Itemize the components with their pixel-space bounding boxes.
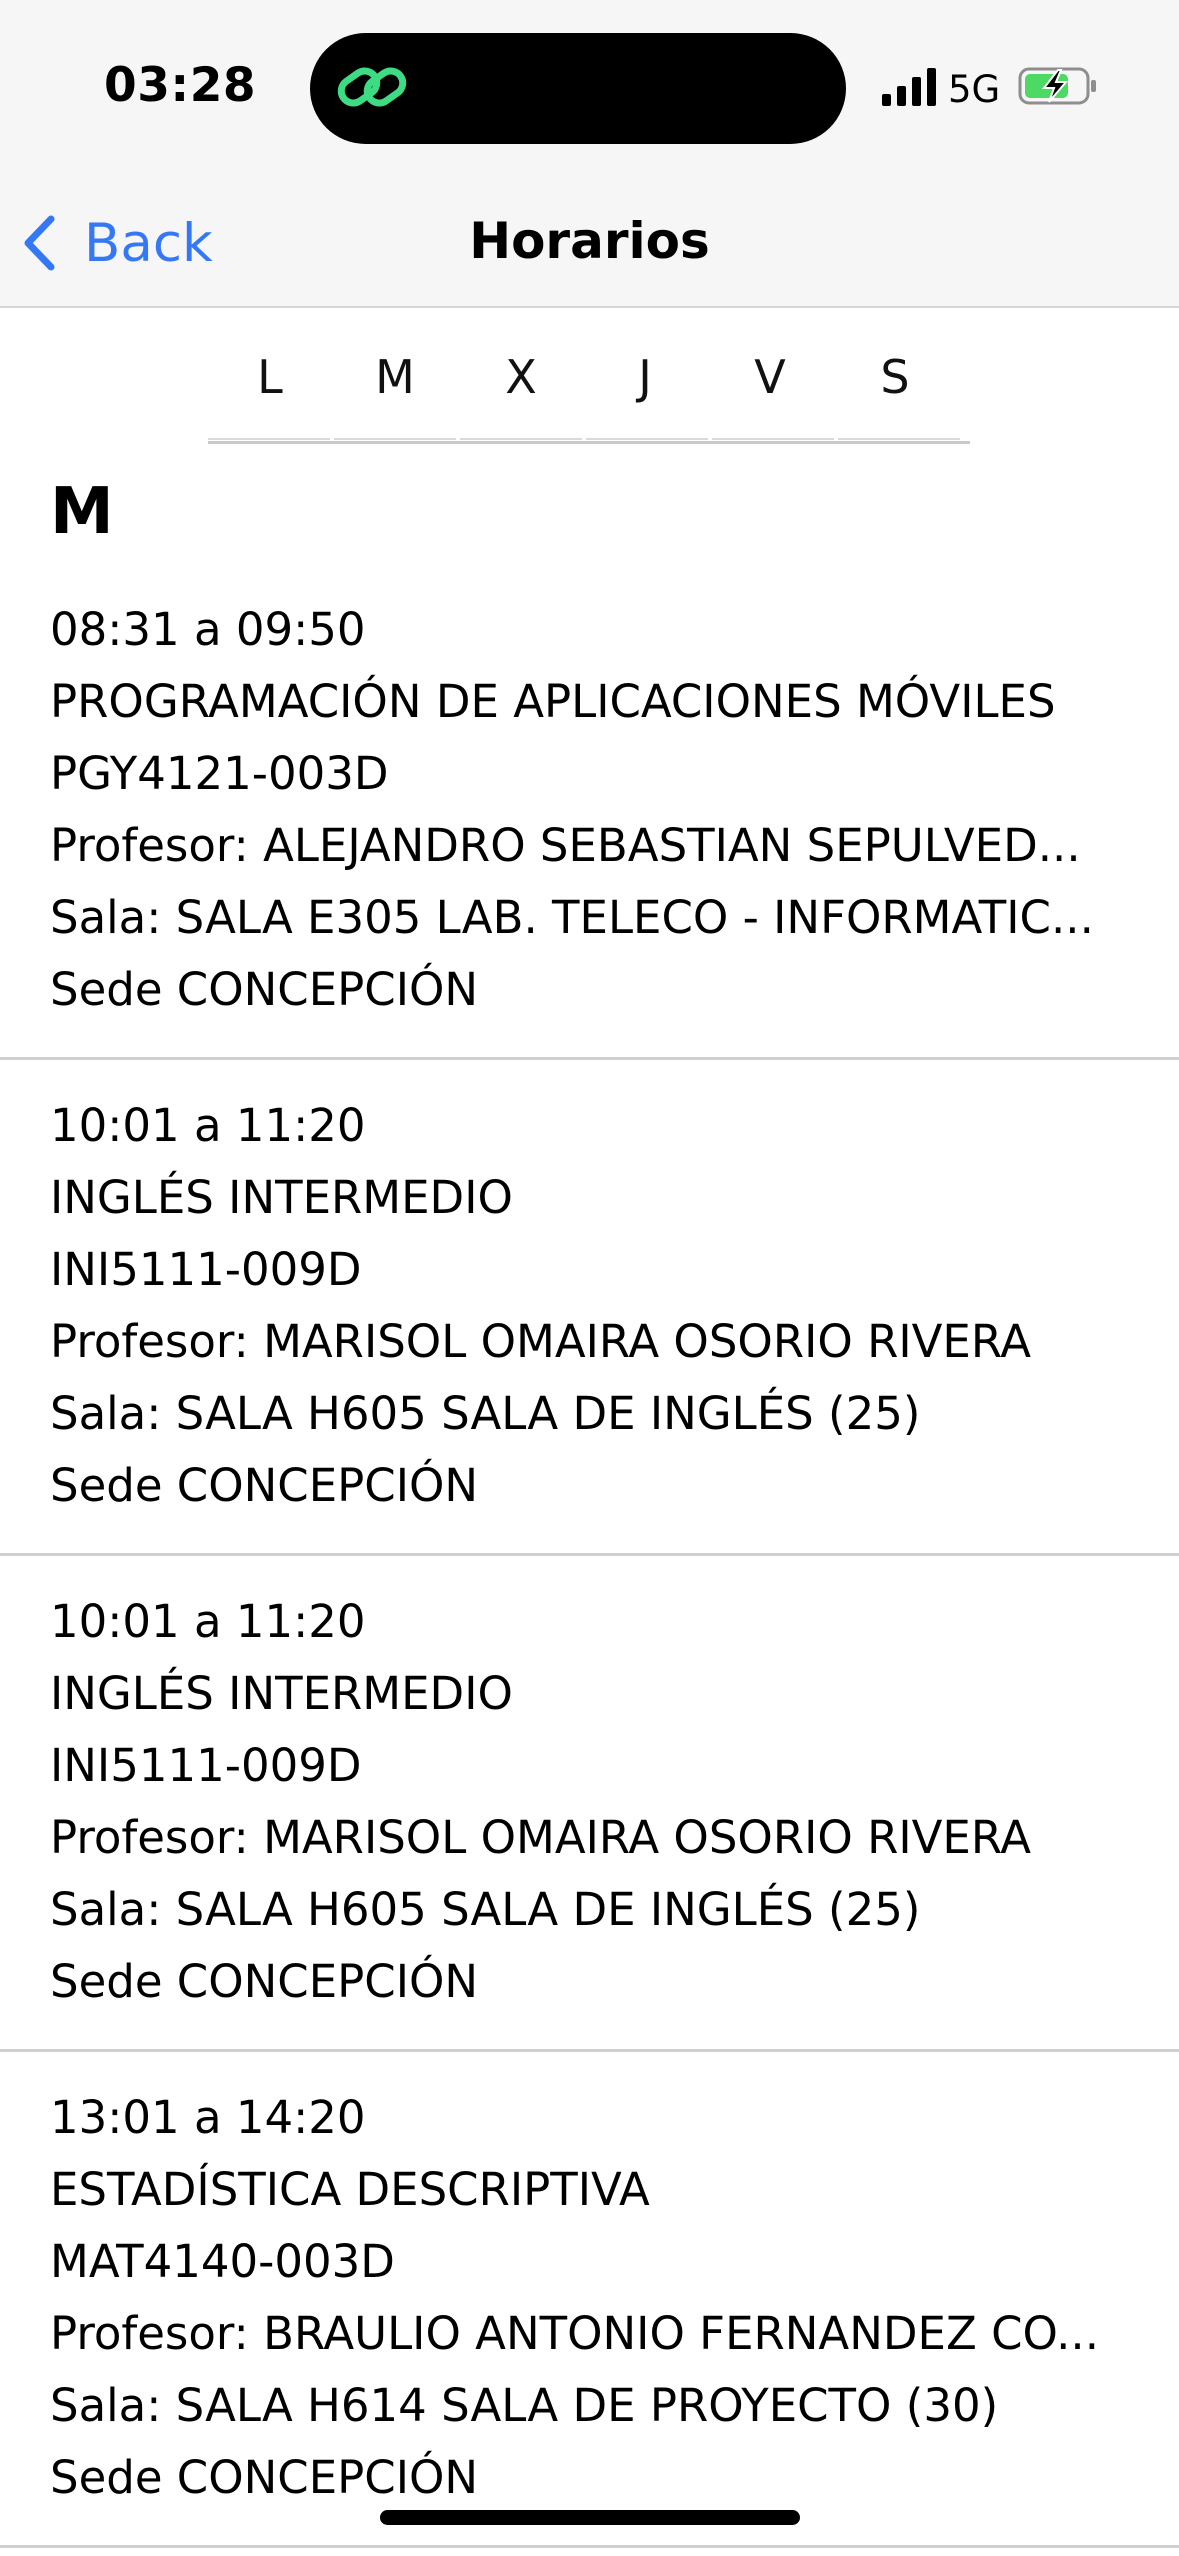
class-subject: INGLÉS INTERMEDIO xyxy=(50,1667,513,1720)
dynamic-island xyxy=(310,33,846,144)
tab-underline xyxy=(334,438,456,440)
class-code: PGY4121-003D xyxy=(50,747,389,800)
class-code: INI5111-009D xyxy=(50,1243,362,1296)
top-bar: 03:28 5G Back Horarios xyxy=(0,0,1179,308)
class-card[interactable]: 08:31 a 09:50 PROGRAMACIÓN DE APLICACION… xyxy=(0,590,1179,1060)
tab-underline xyxy=(838,438,960,440)
tab-day-l[interactable]: L xyxy=(238,350,302,404)
class-teacher: Profesor: ALEJANDRO SEBASTIAN SEPULVED..… xyxy=(50,819,1081,872)
class-campus: Sede CONCEPCIÓN xyxy=(50,1955,479,2008)
tab-day-j[interactable]: J xyxy=(613,350,677,404)
class-campus: Sede CONCEPCIÓN xyxy=(50,2451,479,2504)
class-time: 10:01 a 11:20 xyxy=(50,1099,366,1152)
class-room: Sala: SALA H605 SALA DE INGLÉS (25) xyxy=(50,1387,921,1440)
battery-charging-icon xyxy=(1018,67,1096,105)
class-teacher: Profesor: BRAULIO ANTONIO FERNANDEZ CO..… xyxy=(50,2307,1100,2360)
status-time: 03:28 xyxy=(104,58,257,113)
class-card[interactable]: 13:01 a 14:20 ESTADÍSTICA DESCRIPTIVA MA… xyxy=(0,2052,1179,2548)
class-time: 13:01 a 14:20 xyxy=(50,2091,366,2144)
link-icon xyxy=(337,67,407,107)
class-room: Sala: SALA H614 SALA DE PROYECTO (30) xyxy=(50,2379,999,2432)
page-title: Horarios xyxy=(469,212,710,270)
class-campus: Sede CONCEPCIÓN xyxy=(50,963,479,1016)
class-card[interactable]: 10:01 a 11:20 INGLÉS INTERMEDIO INI5111-… xyxy=(0,1060,1179,1556)
class-room: Sala: SALA H605 SALA DE INGLÉS (25) xyxy=(50,1883,921,1936)
day-selector: L M X J V S xyxy=(208,340,970,444)
class-campus: Sede CONCEPCIÓN xyxy=(50,1459,479,1512)
cellular-signal-icon xyxy=(882,68,936,106)
tab-underline xyxy=(586,438,708,440)
tab-underline xyxy=(712,438,834,440)
tab-day-s[interactable]: S xyxy=(863,350,927,404)
class-time: 08:31 a 09:50 xyxy=(50,603,366,656)
tab-day-v[interactable]: V xyxy=(738,350,802,404)
class-teacher: Profesor: MARISOL OMAIRA OSORIO RIVERA xyxy=(50,1315,1032,1368)
class-subject: INGLÉS INTERMEDIO xyxy=(50,1171,513,1224)
class-subject: ESTADÍSTICA DESCRIPTIVA xyxy=(50,2163,650,2216)
tab-day-x[interactable]: X xyxy=(489,350,553,404)
tab-day-m[interactable]: M xyxy=(363,350,427,404)
class-time: 10:01 a 11:20 xyxy=(50,1595,366,1648)
home-indicator[interactable] xyxy=(380,2510,800,2525)
class-room: Sala: SALA E305 LAB. TELECO - INFORMATIC… xyxy=(50,891,1094,944)
tab-underline xyxy=(460,438,582,440)
network-label: 5G xyxy=(948,68,1001,111)
class-card[interactable]: 10:01 a 11:20 INGLÉS INTERMEDIO INI5111-… xyxy=(0,1556,1179,2052)
class-subject: PROGRAMACIÓN DE APLICACIONES MÓVILES xyxy=(50,675,1056,728)
class-code: MAT4140-003D xyxy=(50,2235,395,2288)
class-code: INI5111-009D xyxy=(50,1739,362,1792)
class-teacher: Profesor: MARISOL OMAIRA OSORIO RIVERA xyxy=(50,1811,1032,1864)
tab-underline xyxy=(208,438,330,440)
section-heading: M xyxy=(50,475,114,549)
